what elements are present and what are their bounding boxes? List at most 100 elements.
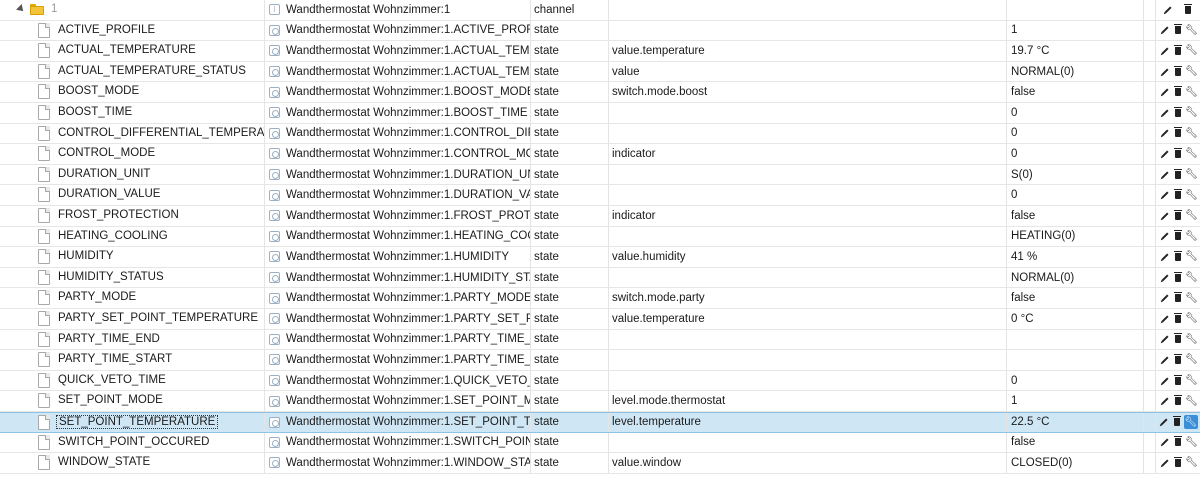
state-row-actual-temperature[interactable]: ACTUAL_TEMPERATURE Wandthermostat Wohnzi… xyxy=(0,41,1200,62)
trash-icon[interactable] xyxy=(1172,394,1184,408)
state-row-party-time-start[interactable]: PARTY_TIME_START Wandthermostat Wohnzimm… xyxy=(0,350,1200,371)
wrench-icon[interactable]: 🔧︎ xyxy=(1185,250,1198,264)
state-row-control-differential-temperature[interactable]: CONTROL_DIFFERENTIAL_TEMPERATURE Wandthe… xyxy=(0,123,1200,145)
state-row-humidity-status[interactable]: HUMIDITY_STATUS Wandthermostat Wohnzimme… xyxy=(0,267,1200,289)
wrench-icon[interactable]: 🔧︎ xyxy=(1185,456,1198,470)
trash-icon[interactable] xyxy=(1172,291,1184,305)
trash-icon[interactable] xyxy=(1172,106,1184,120)
state-value-cell[interactable]: 0 xyxy=(1007,370,1144,391)
state-row-control-mode[interactable]: CONTROL_MODE Wandthermostat Wohnzimmer:1… xyxy=(0,144,1200,165)
wrench-icon[interactable]: 🔧︎ xyxy=(1185,271,1198,285)
state-value-cell[interactable]: 0 °C xyxy=(1007,309,1144,329)
trash-icon[interactable] xyxy=(1172,85,1184,99)
wrench-icon[interactable]: 🔧︎ xyxy=(1183,415,1198,430)
wrench-icon[interactable]: 🔧︎ xyxy=(1185,65,1198,79)
pencil-icon[interactable] xyxy=(1159,229,1171,243)
state-row-set-point-mode[interactable]: SET_POINT_MODE Wandthermostat Wohnzimmer… xyxy=(0,391,1200,412)
trash-icon[interactable] xyxy=(1172,209,1184,223)
pencil-icon[interactable] xyxy=(1159,23,1171,37)
state-row-party-time-end[interactable]: PARTY_TIME_END Wandthermostat Wohnzimmer… xyxy=(0,329,1200,351)
pencil-icon[interactable] xyxy=(1159,126,1171,140)
trash-icon[interactable] xyxy=(1172,312,1184,326)
pencil-icon[interactable] xyxy=(1159,168,1171,182)
state-value-cell[interactable]: HEATING(0) xyxy=(1007,226,1144,247)
wrench-icon[interactable]: 🔧︎ xyxy=(1185,147,1198,161)
state-value-cell[interactable]: S(0) xyxy=(1007,164,1144,185)
pencil-icon[interactable] xyxy=(1159,106,1171,120)
wrench-icon[interactable]: 🔧︎ xyxy=(1185,353,1198,367)
pencil-icon[interactable] xyxy=(1159,65,1171,79)
trash-icon[interactable] xyxy=(1172,332,1184,346)
state-value-cell[interactable]: 22.5 °C xyxy=(1007,413,1144,432)
wrench-icon[interactable]: 🔧︎ xyxy=(1185,188,1198,202)
wrench-icon[interactable]: 🔧︎ xyxy=(1185,85,1198,99)
pencil-icon[interactable] xyxy=(1159,374,1171,388)
state-row-party-set-point-temperature[interactable]: PARTY_SET_POINT_TEMPERATURE Wandthermost… xyxy=(0,309,1200,330)
state-value-cell[interactable]: NORMAL(0) xyxy=(1007,61,1144,82)
trash-icon[interactable] xyxy=(1172,65,1184,79)
state-value-cell[interactable]: 19.7 °C xyxy=(1007,41,1144,61)
pencil-icon[interactable] xyxy=(1159,394,1171,408)
wrench-icon[interactable]: 🔧︎ xyxy=(1185,312,1198,326)
state-row-frost-protection[interactable]: FROST_PROTECTION Wandthermostat Wohnzimm… xyxy=(0,206,1200,227)
state-row-humidity[interactable]: HUMIDITY Wandthermostat Wohnzimmer:1.HUM… xyxy=(0,247,1200,268)
state-value-cell[interactable]: false xyxy=(1007,82,1144,102)
trash-icon[interactable] xyxy=(1172,353,1184,367)
trash-icon[interactable] xyxy=(1172,44,1184,58)
trash-icon[interactable] xyxy=(1172,147,1184,161)
state-value-cell[interactable]: 0 xyxy=(1007,185,1144,205)
state-value-cell[interactable]: 1 xyxy=(1007,391,1144,411)
wrench-icon[interactable]: 🔧︎ xyxy=(1185,23,1198,37)
state-value-cell[interactable]: 0 xyxy=(1007,144,1144,164)
pencil-icon[interactable] xyxy=(1159,209,1171,223)
trash-icon[interactable] xyxy=(1172,229,1184,243)
wrench-icon[interactable]: 🔧︎ xyxy=(1185,291,1198,305)
wrench-icon[interactable]: 🔧︎ xyxy=(1185,126,1198,140)
state-value-cell[interactable]: false xyxy=(1007,288,1144,308)
state-row-actual-temperature-status[interactable]: ACTUAL_TEMPERATURE_STATUS Wandthermostat… xyxy=(0,61,1200,83)
trash-icon[interactable] xyxy=(1182,3,1194,17)
trash-icon[interactable] xyxy=(1171,415,1183,429)
trash-icon[interactable] xyxy=(1172,374,1184,388)
state-row-set-point-temperature[interactable]: SET_POINT_TEMPERATURE Wandthermostat Woh… xyxy=(0,412,1200,433)
pencil-icon[interactable] xyxy=(1159,291,1171,305)
state-row-window-state[interactable]: WINDOW_STATE Wandthermostat Wohnzimmer:1… xyxy=(0,453,1200,474)
channel-row[interactable]: 1 ⁝ Wandthermostat Wohnzimmer:1 channel xyxy=(0,0,1200,21)
state-value-cell[interactable] xyxy=(1007,350,1144,370)
pencil-icon[interactable] xyxy=(1159,250,1171,264)
pencil-icon[interactable] xyxy=(1159,147,1171,161)
pencil-icon[interactable] xyxy=(1159,85,1171,99)
state-value-cell[interactable]: CLOSED(0) xyxy=(1007,453,1144,473)
wrench-icon[interactable]: 🔧︎ xyxy=(1185,435,1198,449)
pencil-icon[interactable] xyxy=(1159,435,1171,449)
state-row-heating-cooling[interactable]: HEATING_COOLING Wandthermostat Wohnzimme… xyxy=(0,226,1200,248)
wrench-icon[interactable]: 🔧︎ xyxy=(1185,168,1198,182)
state-value-cell[interactable]: 0 xyxy=(1007,103,1144,123)
pencil-icon[interactable] xyxy=(1158,415,1170,429)
state-value-cell[interactable]: 1 xyxy=(1007,20,1144,41)
trash-icon[interactable] xyxy=(1172,456,1184,470)
pencil-icon[interactable] xyxy=(1159,271,1171,285)
trash-icon[interactable] xyxy=(1172,250,1184,264)
state-value-cell[interactable]: 41 % xyxy=(1007,247,1144,267)
pencil-icon[interactable] xyxy=(1159,353,1171,367)
pencil-icon[interactable] xyxy=(1159,188,1171,202)
state-row-quick-veto-time[interactable]: QUICK_VETO_TIME Wandthermostat Wohnzimme… xyxy=(0,370,1200,392)
pencil-icon[interactable] xyxy=(1159,456,1171,470)
state-row-boost-time[interactable]: BOOST_TIME Wandthermostat Wohnzimmer:1.B… xyxy=(0,103,1200,124)
state-value-cell[interactable]: 0 xyxy=(1007,123,1144,144)
state-row-party-mode[interactable]: PARTY_MODE Wandthermostat Wohnzimmer:1.P… xyxy=(0,288,1200,309)
trash-icon[interactable] xyxy=(1172,435,1184,449)
expander-arrow-icon[interactable] xyxy=(16,4,26,14)
wrench-icon[interactable]: 🔧︎ xyxy=(1185,209,1198,223)
state-row-switch-point-occured[interactable]: SWITCH_POINT_OCCURED Wandthermostat Wohn… xyxy=(0,432,1200,454)
state-row-active-profile[interactable]: ACTIVE_PROFILE Wandthermostat Wohnzimmer… xyxy=(0,20,1200,42)
state-value-cell[interactable]: false xyxy=(1007,206,1144,226)
trash-icon[interactable] xyxy=(1172,271,1184,285)
pencil-icon[interactable] xyxy=(1159,332,1171,346)
state-value-cell[interactable]: false xyxy=(1007,432,1144,453)
state-row-boost-mode[interactable]: BOOST_MODE Wandthermostat Wohnzimmer:1.B… xyxy=(0,82,1200,103)
wrench-icon[interactable]: 🔧︎ xyxy=(1185,44,1198,58)
wrench-icon[interactable]: 🔧︎ xyxy=(1185,229,1198,243)
pencil-icon[interactable] xyxy=(1162,3,1174,17)
